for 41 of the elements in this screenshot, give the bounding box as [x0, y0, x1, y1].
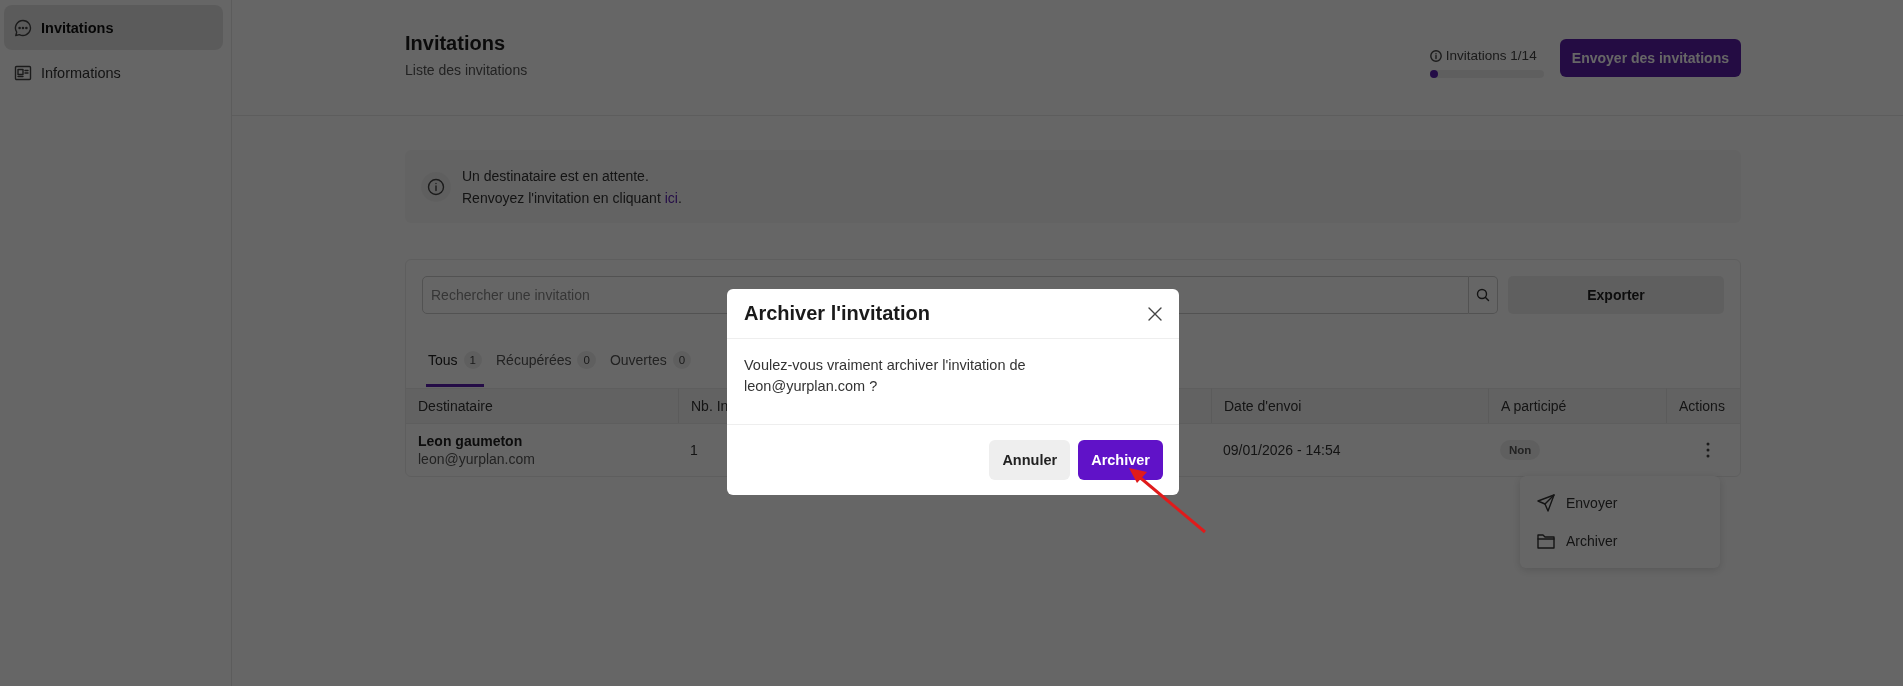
cancel-button[interactable]: Annuler: [989, 440, 1071, 480]
page-title: Invitations: [405, 32, 506, 55]
notice-text: Un destinataire est en attente.: [462, 166, 650, 186]
recipient-name: Leon gaumeton: [418, 433, 524, 449]
count-badge: 0: [577, 351, 596, 369]
send-invitations-button[interactable]: Envoyer des invitations: [1559, 39, 1741, 77]
menu-item[interactable]: Envoyer: [1520, 484, 1720, 522]
more-actions-button[interactable]: [1706, 442, 1710, 458]
dialog-title: Archiver l'invitation: [744, 302, 930, 325]
column-header: Actions: [1666, 388, 1740, 423]
folder-icon: [1536, 532, 1556, 550]
sidebar-item[interactable]: Informations: [4, 50, 223, 95]
participation-badge: Non: [1500, 440, 1541, 460]
column-header: Destinataire: [406, 388, 678, 423]
kebab-icon: [1706, 442, 1710, 458]
quota-label: Invitations 1/14: [1445, 48, 1537, 63]
export-button[interactable]: Exporter: [1508, 276, 1724, 314]
table-cell: 1: [690, 442, 698, 458]
page-subtitle: Liste des invitations: [405, 62, 528, 78]
close-icon: [1147, 305, 1163, 322]
table-cell: 09/01/2026 - 14:54: [1223, 442, 1341, 458]
resend-link[interactable]: ici: [664, 189, 678, 206]
confirm-button[interactable]: Archiver: [1078, 440, 1163, 480]
filter-tab[interactable]: Ouvertes 0: [607, 352, 694, 387]
count-badge: 0: [672, 351, 692, 369]
column-header: A participé: [1488, 388, 1666, 423]
info-icon: [1429, 49, 1442, 62]
filter-tab[interactable]: Récupérées 0: [494, 352, 598, 387]
count-badge: 1: [463, 351, 482, 369]
info-icon: [427, 177, 445, 196]
search-icon: [1476, 288, 1490, 302]
sidebar-item[interactable]: Invitations: [4, 5, 223, 50]
notice-text: Renvoyez l'invitation en cliquant ici.: [462, 188, 682, 208]
close-button[interactable]: [1147, 305, 1163, 322]
paper-plane-icon: [1536, 493, 1556, 513]
menu-item[interactable]: Archiver: [1520, 522, 1720, 560]
recipient-email: leon@yurplan.com: [418, 451, 535, 467]
chat-bubble-icon: [14, 18, 32, 37]
column-header: Date d'envoi: [1211, 388, 1488, 423]
id-card-icon: [14, 63, 32, 82]
search-button[interactable]: [1469, 276, 1498, 314]
